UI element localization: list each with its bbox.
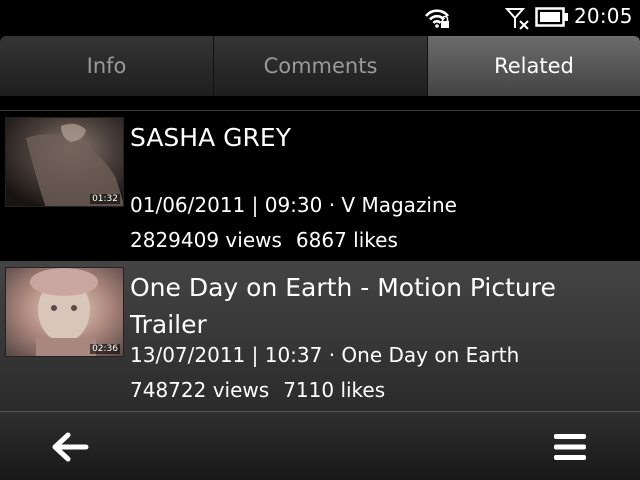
video-stats: 2829409 views 6867 likes (130, 228, 398, 252)
related-video-list: 01:32 SASHA GREY 01/06/2011 | 09:30 · V … (0, 111, 640, 411)
like-count: 7110 likes (283, 378, 386, 402)
signal-off-icon (505, 8, 529, 30)
list-item-selected[interactable]: 02:36 One Day on Earth - Motion Picture … (0, 261, 640, 411)
video-date-source: 13/07/2011 | 10:37 · One Day on Earth (130, 343, 520, 367)
bottom-toolbar (0, 411, 640, 480)
tab-info[interactable]: Info (0, 36, 214, 96)
video-title: One Day on Earth - Motion Picture Traile… (130, 273, 556, 339)
video-date-source: 01/06/2011 | 09:30 · V Magazine (130, 193, 457, 217)
tab-comments[interactable]: Comments (214, 36, 428, 96)
status-bar: 20:05 (0, 0, 640, 36)
tab-related[interactable]: Related (428, 36, 640, 96)
list-item[interactable]: 01:32 SASHA GREY 01/06/2011 | 09:30 · V … (0, 111, 640, 261)
wifi-locked-icon (424, 9, 450, 28)
video-thumbnail[interactable]: 02:36 (5, 267, 124, 357)
battery-icon (535, 7, 568, 27)
view-count: 2829409 views (130, 228, 282, 252)
back-arrow-icon[interactable] (50, 430, 90, 464)
video-stats: 748722 views 7110 likes (130, 378, 385, 402)
screen: 20:05 Info Comments Related 01:32 SASHA … (0, 0, 640, 480)
tab-bar: Info Comments Related (0, 36, 640, 96)
video-title: SASHA GREY (130, 123, 291, 152)
duration-label: 02:36 (90, 344, 120, 354)
view-count: 748722 views (130, 378, 270, 402)
clock: 20:05 (574, 4, 633, 28)
video-thumbnail[interactable]: 01:32 (5, 117, 124, 207)
duration-label: 01:32 (90, 194, 120, 204)
like-count: 6867 likes (295, 228, 398, 252)
menu-icon[interactable] (552, 432, 588, 462)
